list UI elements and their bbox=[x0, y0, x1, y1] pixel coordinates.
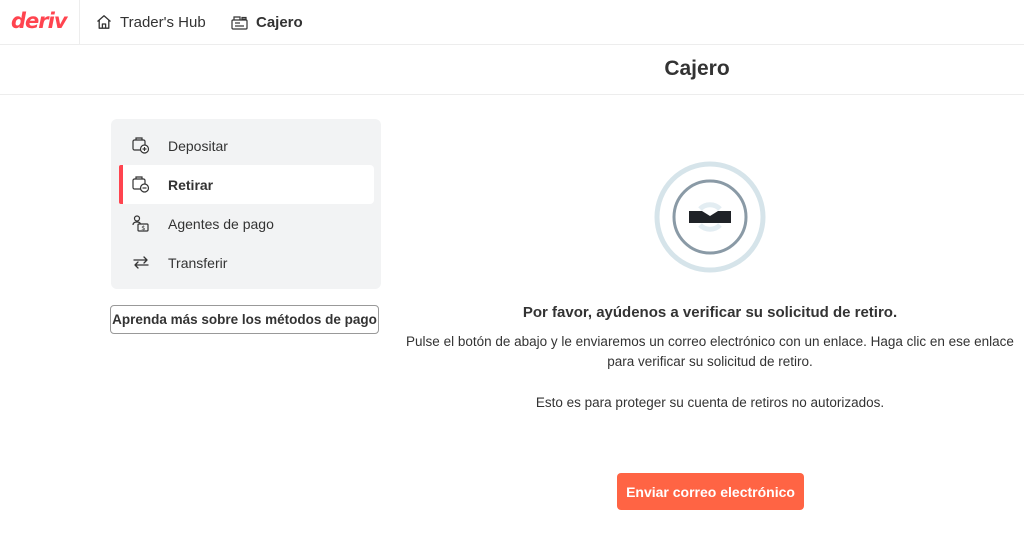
sidebar-item-deposit[interactable]: Depositar bbox=[119, 126, 374, 165]
transfer-icon bbox=[132, 254, 150, 271]
page-header: Cajero bbox=[0, 45, 1024, 95]
cashier-icon bbox=[231, 15, 248, 30]
payment-agent-icon: $ bbox=[132, 215, 150, 232]
sidebar-item-payment-agents[interactable]: $ Agentes de pago bbox=[119, 204, 374, 243]
send-email-button[interactable]: Enviar correo electrónico bbox=[617, 473, 804, 510]
sidebar-item-deposit-label: Depositar bbox=[168, 137, 228, 154]
email-verification-icon bbox=[653, 160, 767, 274]
svg-text:$: $ bbox=[141, 224, 145, 232]
verification-heading: Por favor, ayúdenos a verificar su solic… bbox=[522, 304, 898, 321]
sidebar-item-payment-agents-label: Agentes de pago bbox=[168, 215, 274, 232]
active-indicator bbox=[119, 165, 123, 204]
sidebar-item-transfer[interactable]: Transferir bbox=[119, 243, 374, 282]
header-divider bbox=[79, 0, 80, 44]
sidebar-item-transfer-label: Transferir bbox=[168, 254, 228, 271]
verification-instructions: Pulse el botón de abajo y le enviaremos … bbox=[406, 334, 1014, 369]
nav-cashier-label: Cajero bbox=[256, 13, 303, 31]
nav-cashier[interactable]: Cajero bbox=[231, 0, 303, 44]
page-title: Cajero bbox=[664, 57, 730, 80]
deriv-logo[interactable]: deriv bbox=[11, 8, 68, 34]
learn-more-button[interactable]: Aprenda más sobre los métodos de pago bbox=[110, 305, 379, 334]
verification-security-note: Esto es para proteger su cuenta de retir… bbox=[535, 395, 885, 410]
nav-traders-hub-label: Trader's Hub bbox=[120, 13, 206, 31]
home-icon bbox=[96, 14, 112, 30]
cashier-sidebar: Depositar Retirar $ Agentes de pago Tran… bbox=[111, 119, 381, 289]
sidebar-item-withdraw[interactable]: Retirar bbox=[119, 165, 374, 204]
nav-traders-hub[interactable]: Trader's Hub bbox=[96, 0, 206, 44]
top-bar: deriv Trader's Hub Cajero bbox=[0, 0, 1024, 45]
deposit-icon bbox=[132, 137, 150, 154]
sidebar-item-withdraw-label: Retirar bbox=[168, 176, 214, 193]
withdraw-icon bbox=[132, 176, 150, 193]
